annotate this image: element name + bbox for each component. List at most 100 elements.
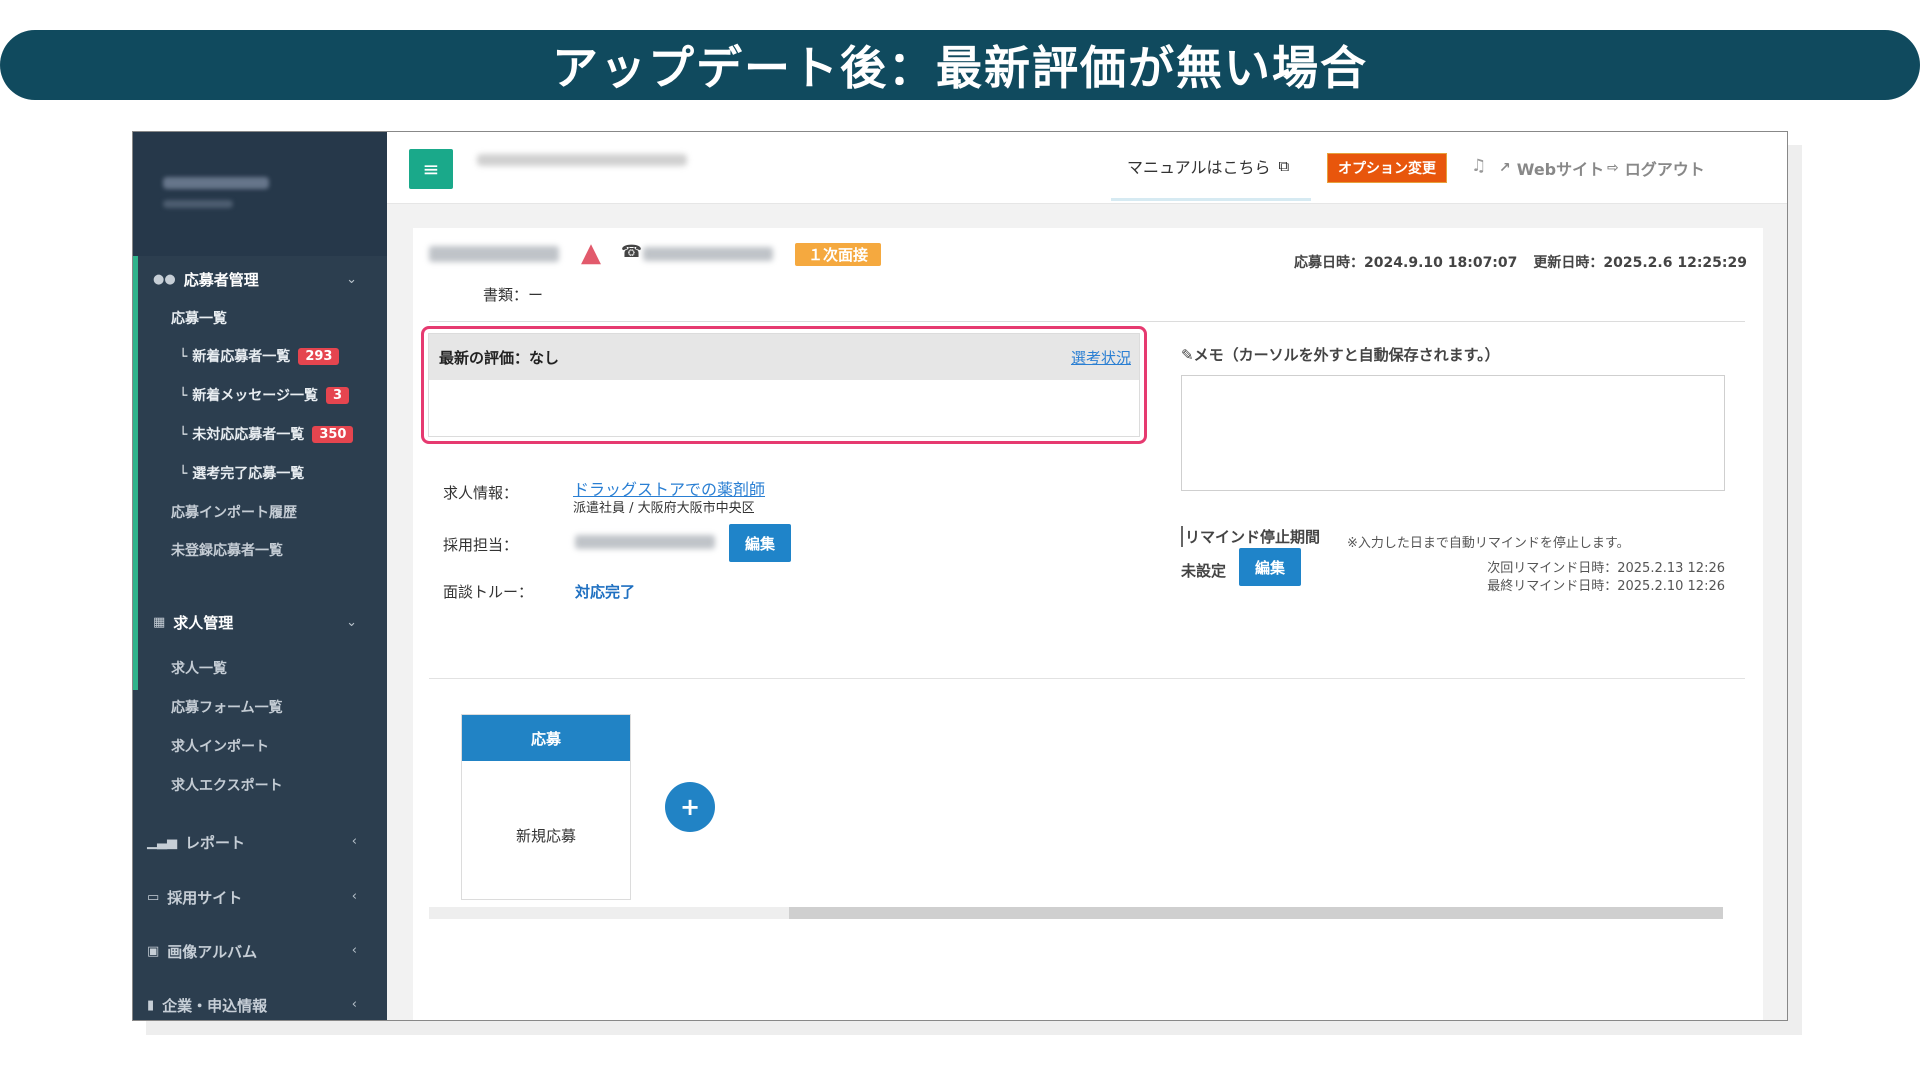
job-employment-location: 派遣社員 / 大阪府大阪市中央区 (573, 501, 755, 516)
add-stage-button[interactable]: + (665, 782, 715, 832)
sidebar-item-label: └ 選考完了応募一覧 (179, 466, 305, 482)
scrollbar-thumb[interactable] (789, 907, 1723, 919)
manual-link-underline (1111, 198, 1311, 201)
laptop-icon: ▭ (147, 890, 160, 905)
sidebar-item-label: └ 新着メッセージ一覧 (179, 388, 319, 404)
memo-label: ✎メモ（カーソルを外すと自動保存されます。） (1181, 344, 1500, 365)
divider (429, 321, 1745, 322)
remind-edit-button[interactable]: 編集 (1239, 548, 1301, 586)
document-icon: ▮ (147, 998, 155, 1013)
id-card-icon: ▦ (153, 615, 166, 630)
sidebar-item-label: 応募フォーム一覧 (171, 700, 283, 716)
banner: アップデート後：最新評価が無い場合 (0, 30, 1920, 100)
applicant-dates: 応募日時：2024.9.10 18:07:07 更新日時：2025.2.6 12… (1294, 252, 1747, 272)
sidebar-item-label: レポート (185, 834, 246, 852)
phone-number-blurred (643, 247, 773, 261)
horizontal-scrollbar[interactable] (429, 907, 1723, 919)
applicant-name-blurred (429, 246, 559, 262)
documents-label: 書類：ー (483, 286, 544, 304)
sidebar: ●● 応募者管理 ⌄ 応募一覧 └ 新着応募者一覧 293 └ 新着メッセージ一… (133, 132, 387, 1020)
banner-title: アップデート後：最新評価が無い場合 (552, 41, 1368, 95)
recruiter-edit-button[interactable]: 編集 (729, 524, 791, 562)
sidebar-item-label: 企業・申込情報 (162, 997, 268, 1015)
sidebar-item-label: 求人一覧 (171, 661, 227, 677)
remind-status: 未設定 (1181, 562, 1227, 580)
sidebar-item-label: 求人インポート (171, 739, 269, 755)
sidebar-section-label: 応募者管理 (183, 271, 259, 289)
menu-toggle-button[interactable]: ≡ (409, 149, 453, 189)
sidebar-item-company-info[interactable]: ▮ 企業・申込情報 (147, 995, 267, 1016)
company-name-blurred (163, 177, 269, 189)
logout-link-label: ログアウト (1624, 160, 1705, 179)
manual-link[interactable]: マニュアルはこちら ⧉ (1127, 154, 1289, 178)
kanban-column: 応募 新規応募 (461, 714, 631, 900)
sidebar-item-label: └ 未対応応募者一覧 (179, 427, 305, 443)
last-remind-date: 最終リマインド日時：2025.2.10 12:26 (1487, 579, 1725, 594)
sidebar-section-label: 求人管理 (173, 614, 234, 632)
latest-evaluation-panel: 最新の評価：なし 選考状況 (428, 333, 1140, 437)
external-window-icon: ⧉ (1278, 157, 1290, 175)
sidebar-section-job-mgmt[interactable]: ▦ 求人管理 (153, 612, 233, 633)
top-bar: ≡ マニュアルはこちら ⧉ オプション変更 ♫ ↗ Webサイト ⇨ ログアウト (387, 132, 1787, 204)
interview-status-link[interactable]: 対応完了 (575, 581, 635, 602)
option-change-button[interactable]: オプション変更 (1327, 153, 1447, 183)
chevron-down-icon: ⌄ (346, 615, 357, 630)
applicant-card: ▲ ☎ １次面接 応募日時：2024.9.10 18:07:07 更新日時：20… (413, 228, 1763, 1020)
job-info-label: 求人情報： (443, 484, 519, 502)
website-link[interactable]: ↗ Webサイト (1499, 156, 1604, 180)
active-section-accent (133, 256, 138, 690)
chevron-left-icon: ‹ (351, 997, 357, 1012)
bell-icon[interactable]: ♫ (1471, 156, 1486, 176)
sidebar-item-application-forms[interactable]: 応募フォーム一覧 (171, 697, 283, 717)
chevron-left-icon: ‹ (351, 943, 357, 958)
sidebar-item-label: 応募インポート履歴 (171, 505, 297, 521)
sidebar-item-job-import[interactable]: 求人インポート (171, 736, 269, 756)
sidebar-item-applications[interactable]: 応募一覧 (171, 308, 227, 328)
kanban-card[interactable]: 新規応募 (462, 825, 630, 846)
memo-textarea[interactable] (1181, 375, 1725, 491)
sidebar-item-label: 採用サイト (167, 889, 243, 907)
sidebar-item-recruit-site[interactable]: ▭ 採用サイト (147, 887, 242, 908)
evaluation-header: 最新の評価：なし 選考状況 (429, 334, 1139, 380)
selection-status-link[interactable]: 選考状況 (1071, 347, 1131, 368)
sidebar-item-label: └ 新着応募者一覧 (179, 349, 291, 365)
sidebar-item-unhandled-applicants[interactable]: └ 未対応応募者一覧 350 (179, 424, 354, 444)
chevron-left-icon: ‹ (351, 889, 357, 904)
user-name-blurred (163, 200, 233, 208)
sidebar-item-import-history[interactable]: 応募インポート履歴 (171, 502, 297, 522)
bar-chart-icon: ▁▃▅ (147, 835, 177, 850)
phone-icon: ☎ (621, 242, 643, 262)
sidebar-item-completed-applications[interactable]: └ 選考完了応募一覧 (179, 463, 304, 483)
sidebar-item-new-applicants[interactable]: └ 新着応募者一覧 293 (179, 346, 340, 366)
count-badge: 293 (298, 347, 340, 365)
updated-at: 更新日時：2025.2.6 12:25:29 (1533, 255, 1747, 271)
sidebar-section-applicant-mgmt[interactable]: ●● 応募者管理 (153, 269, 259, 290)
sidebar-item-report[interactable]: ▁▃▅ レポート (147, 832, 245, 853)
count-badge: 3 (326, 386, 350, 404)
remind-note: ※入力した日まで自動リマインドを停止します。 (1347, 536, 1630, 551)
sidebar-item-job-export[interactable]: 求人エクスポート (171, 775, 283, 795)
remind-dates: 次回リマインド日時：2025.2.13 12:26 最終リマインド日時：2025… (1487, 560, 1725, 596)
next-remind-date: 次回リマインド日時：2025.2.13 12:26 (1487, 561, 1725, 576)
image-icon: ▣ (147, 944, 160, 959)
chevron-left-icon: ‹ (351, 834, 357, 849)
sidebar-item-label: 画像アルバム (167, 943, 258, 961)
app-window: ●● 応募者管理 ⌄ 応募一覧 └ 新着応募者一覧 293 └ 新着メッセージ一… (132, 131, 1788, 1021)
sidebar-item-job-list[interactable]: 求人一覧 (171, 658, 227, 678)
website-link-label: Webサイト (1516, 160, 1605, 179)
company-label-blurred (477, 154, 687, 166)
recruiter-name-blurred (575, 535, 715, 549)
sign-out-icon: ⇨ (1607, 160, 1619, 176)
remind-stop-label: リマインド停止期間 (1181, 526, 1320, 547)
sidebar-item-unregistered-applicants[interactable]: 未登録応募者一覧 (171, 540, 283, 560)
sidebar-item-new-messages[interactable]: └ 新着メッセージ一覧 3 (179, 385, 350, 405)
interview-label: 面談トルー： (443, 583, 534, 601)
brand-area (133, 132, 387, 256)
applied-at: 応募日時：2024.9.10 18:07:07 (1294, 255, 1518, 271)
logout-link[interactable]: ⇨ ログアウト (1607, 156, 1705, 180)
female-icon: ▲ (581, 238, 601, 268)
divider (429, 678, 1745, 679)
main-content: ▲ ☎ １次面接 応募日時：2024.9.10 18:07:07 更新日時：20… (387, 204, 1787, 1020)
sidebar-item-image-album[interactable]: ▣ 画像アルバム (147, 941, 257, 962)
sidebar-item-label: 未登録応募者一覧 (171, 543, 283, 559)
